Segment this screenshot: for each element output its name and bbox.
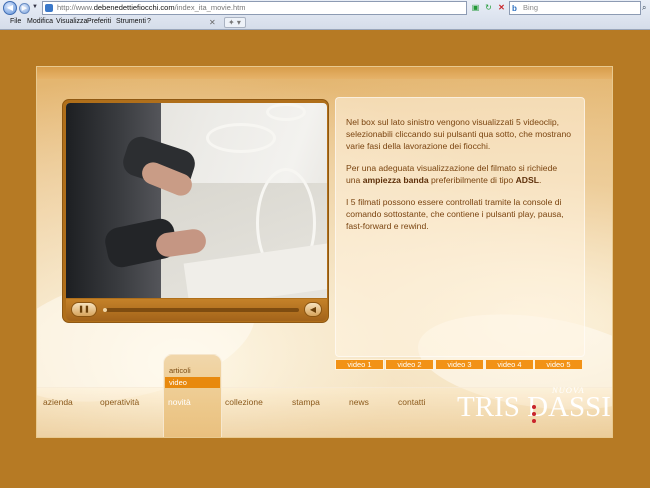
volume-icon[interactable]: ◀ — [304, 302, 322, 317]
page-icon — [45, 4, 53, 12]
nav-novita[interactable]: novità — [168, 397, 191, 407]
video-4-button[interactable]: video 4 — [485, 359, 534, 370]
favorites-dropdown[interactable]: ✦ ▾ — [224, 17, 246, 28]
browser-nav-row: ◀ ▶ ▼ http://www.debenedettiefiocchi.com… — [0, 0, 650, 16]
frame-top-band — [37, 67, 612, 79]
logo-dot — [532, 412, 536, 416]
site-frame: ❚❚ ◀ Nel box sul lato sinistro vengono v… — [36, 66, 613, 438]
address-host: debenedettiefiocchi.com — [93, 3, 175, 12]
video-screen[interactable] — [66, 103, 327, 298]
address-bar[interactable]: http://www.debenedettiefiocchi.com/index… — [42, 1, 467, 15]
logo-dot — [532, 419, 536, 423]
menu-strumenti[interactable]: Strumenti — [116, 18, 146, 25]
address-prefix: http://www. — [57, 3, 94, 12]
player-controls: ❚❚ ◀ — [66, 299, 327, 321]
video-player: ❚❚ ◀ — [62, 99, 329, 323]
bing-icon: b — [512, 4, 517, 13]
video-1-button[interactable]: video 1 — [335, 359, 384, 370]
nav-stampa[interactable]: stampa — [292, 397, 320, 407]
compatibility-icon[interactable]: ▣ — [470, 2, 481, 13]
nav-collezione[interactable]: collezione — [225, 397, 263, 407]
address-path: /index_ita_movie.htm — [174, 3, 246, 12]
logo-dot — [532, 405, 536, 409]
brand-logo[interactable]: NUOVA TRIS DASSI — [457, 385, 611, 435]
info-paragraph-3: I 5 filmati possono essere controllati t… — [346, 197, 564, 231]
submenu-video[interactable]: video — [169, 378, 187, 387]
browser-chrome: ◀ ▶ ▼ http://www.debenedettiefiocchi.com… — [0, 0, 650, 30]
menu-visualizza[interactable]: Visualizza — [56, 18, 87, 25]
menu-bar: File Modifica Visualizza Preferiti Strum… — [0, 16, 650, 29]
info-paragraph-1: Nel box sul lato sinistro vengono visual… — [346, 117, 571, 151]
nav-operativita[interactable]: operatività — [100, 397, 139, 407]
refresh-icon[interactable]: ↻ — [483, 2, 494, 13]
menu-preferiti[interactable]: Preferiti — [87, 18, 111, 25]
info-text: . — [538, 175, 542, 185]
video-ribbon — [206, 123, 276, 153]
search-input[interactable]: b Bing — [509, 1, 641, 15]
info-bold: ampiezza banda — [362, 175, 429, 185]
forward-button[interactable]: ▶ — [19, 3, 30, 14]
search-icon[interactable]: ⌕ — [642, 3, 646, 13]
info-panel: Nel box sul lato sinistro vengono visual… — [335, 97, 585, 357]
info-bold: ADSL — [515, 175, 539, 185]
video-ribbon — [266, 103, 306, 121]
nav-news[interactable]: news — [349, 397, 369, 407]
menu-help[interactable]: ? — [147, 18, 151, 25]
info-paragraph-2: Per una adeguata visualizzazione del fil… — [346, 162, 572, 186]
history-dropdown-icon[interactable]: ▼ — [32, 4, 38, 10]
info-text: preferibilmente di tipo — [428, 175, 516, 185]
search-placeholder: Bing — [523, 3, 539, 12]
nav-azienda[interactable]: azienda — [43, 397, 73, 407]
menu-file[interactable]: File — [10, 18, 21, 25]
video-person — [66, 103, 161, 298]
stop-icon[interactable]: ✕ — [496, 2, 507, 13]
menu-modifica[interactable]: Modifica — [27, 18, 53, 25]
nav-contatti[interactable]: contatti — [398, 397, 425, 407]
close-tab-icon[interactable]: ✕ — [209, 18, 216, 27]
video-3-button[interactable]: video 3 — [435, 359, 484, 370]
play-pause-button[interactable]: ❚❚ — [71, 302, 97, 317]
back-button[interactable]: ◀ — [3, 1, 17, 15]
submenu-articoli[interactable]: articoli — [169, 366, 191, 375]
seek-bar[interactable] — [103, 308, 299, 312]
video-2-button[interactable]: video 2 — [385, 359, 434, 370]
seek-bar-fill — [103, 308, 107, 312]
video-5-button[interactable]: video 5 — [534, 359, 583, 370]
